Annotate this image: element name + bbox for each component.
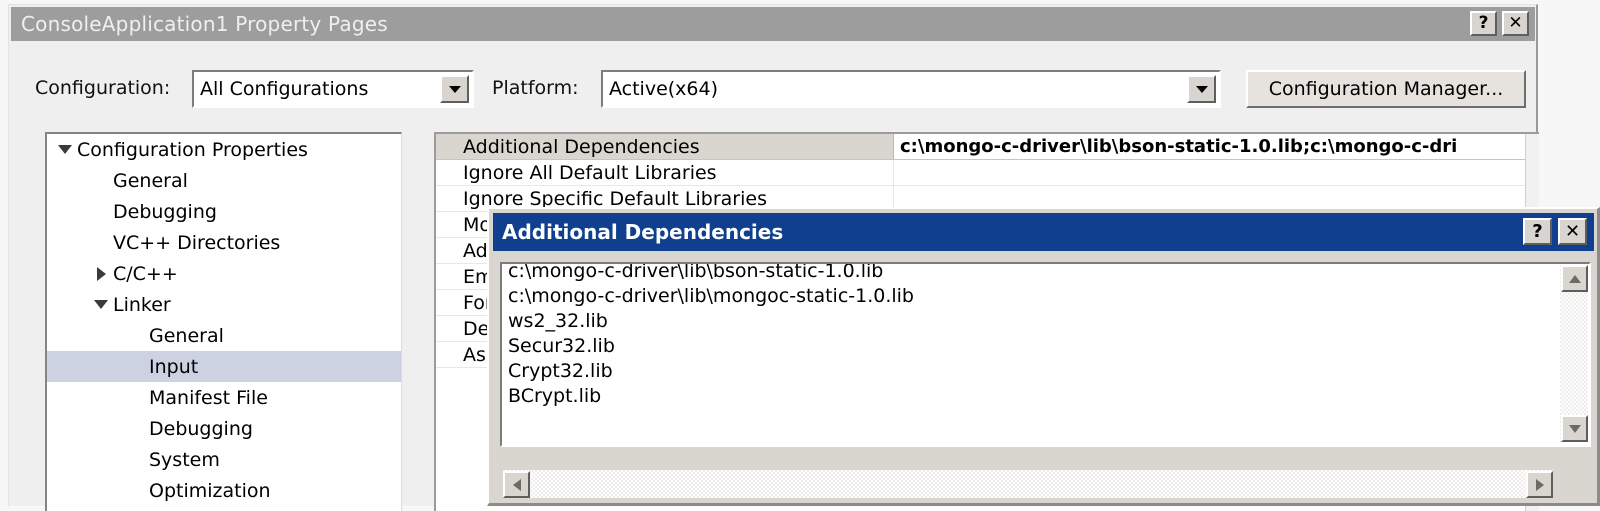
configuration-manager-button[interactable]: Configuration Manager... xyxy=(1246,70,1526,108)
tree-item-system[interactable]: System xyxy=(47,444,401,475)
configuration-bar: Configuration: All Configurations Platfo… xyxy=(9,65,1539,113)
triangle-down-icon[interactable] xyxy=(53,145,77,154)
window-titlebar-buttons: ? ✕ xyxy=(1470,11,1529,36)
scroll-right-button[interactable] xyxy=(1526,471,1553,498)
tree-item-configuration-properties[interactable]: Configuration Properties xyxy=(47,134,401,165)
tree-item-debugging[interactable]: Debugging xyxy=(47,196,401,227)
tree-item-label: Manifest File xyxy=(149,386,268,409)
tree-item-label: C/C++ xyxy=(113,262,178,285)
tree-item-general[interactable]: General xyxy=(47,165,401,196)
platform-label: Platform: xyxy=(492,77,579,99)
tree-item-general[interactable]: General xyxy=(47,320,401,351)
additional-dependencies-dialog: Additional Dependencies ? ✕ c:\mongo-c-d… xyxy=(487,207,1600,506)
tree-item-label: Configuration Properties xyxy=(77,138,308,161)
triangle-left-icon xyxy=(512,478,521,491)
tree-item-c-c[interactable]: C/C++ xyxy=(47,258,401,289)
property-value[interactable]: c:\mongo-c-driver\lib\bson-static-1.0.li… xyxy=(893,134,1539,159)
triangle-right-icon xyxy=(1535,478,1544,491)
tree-item-label: General xyxy=(113,169,188,192)
window-help-button[interactable]: ? xyxy=(1470,11,1497,36)
tree-item-label: Optimization xyxy=(149,479,271,502)
property-name: Ignore All Default Libraries xyxy=(463,161,717,184)
triangle-down-icon xyxy=(1568,424,1581,433)
triangle-up-icon xyxy=(1568,274,1581,283)
tree-item-label: VC++ Directories xyxy=(113,231,281,254)
property-row[interactable]: Additional Dependencies c:\mongo-c-driver… xyxy=(436,134,1539,160)
horizontal-scrollbar[interactable] xyxy=(503,470,1553,498)
tree-item-linker[interactable]: Linker xyxy=(47,289,401,320)
tree-item-label: Debugging xyxy=(149,417,253,440)
dialog-help-button[interactable]: ? xyxy=(1523,218,1552,245)
configuration-tree[interactable]: Configuration Properties General Debugging… xyxy=(45,132,402,511)
tree-item-label: Linker xyxy=(113,293,171,316)
tree-item-label: Input xyxy=(149,355,199,378)
dialog-title: Additional Dependencies xyxy=(502,220,784,244)
chevron-down-icon xyxy=(1195,85,1208,93)
scroll-up-button[interactable] xyxy=(1561,265,1588,292)
configuration-combobox-value: All Configurations xyxy=(200,78,369,100)
configuration-label: Configuration: xyxy=(35,77,171,99)
property-value[interactable] xyxy=(893,160,1539,185)
triangle-right-icon[interactable] xyxy=(89,266,113,281)
dialog-titlebar: Additional Dependencies ? ✕ xyxy=(493,213,1594,251)
tree-item-input[interactable]: Input xyxy=(47,351,401,382)
window-close-button[interactable]: ✕ xyxy=(1502,11,1529,36)
dialog-titlebar-buttons: ? ✕ xyxy=(1523,218,1587,245)
property-name: Additional Dependencies xyxy=(436,134,893,159)
chevron-down-icon xyxy=(448,85,461,93)
scroll-left-button[interactable] xyxy=(503,471,530,498)
tree-item-label: Debugging xyxy=(113,200,217,223)
dialog-scrollbars xyxy=(500,262,1591,501)
tree-item-debugging[interactable]: Debugging xyxy=(47,413,401,444)
platform-combobox[interactable]: Active(x64) xyxy=(601,70,1221,108)
tree-item-label: General xyxy=(149,324,224,347)
dialog-close-button[interactable]: ✕ xyxy=(1558,218,1587,245)
scroll-down-button[interactable] xyxy=(1561,415,1588,442)
triangle-down-icon[interactable] xyxy=(89,300,113,309)
configuration-combobox[interactable]: All Configurations xyxy=(192,70,474,108)
platform-dropdown-button[interactable] xyxy=(1187,75,1216,103)
window-titlebar: ConsoleApplication1 Property Pages ? ✕ xyxy=(11,7,1535,41)
configuration-dropdown-button[interactable] xyxy=(440,75,469,103)
tree-item-optimization[interactable]: Optimization xyxy=(47,475,401,506)
property-row[interactable]: Ignore All Default Libraries xyxy=(436,160,1539,186)
window-title: ConsoleApplication1 Property Pages xyxy=(21,12,388,36)
platform-combobox-value: Active(x64) xyxy=(609,78,719,100)
tree-item-vc-directories[interactable]: VC++ Directories xyxy=(47,227,401,258)
tree-item-label: System xyxy=(149,448,220,471)
tree-item-manifest-file[interactable]: Manifest File xyxy=(47,382,401,413)
